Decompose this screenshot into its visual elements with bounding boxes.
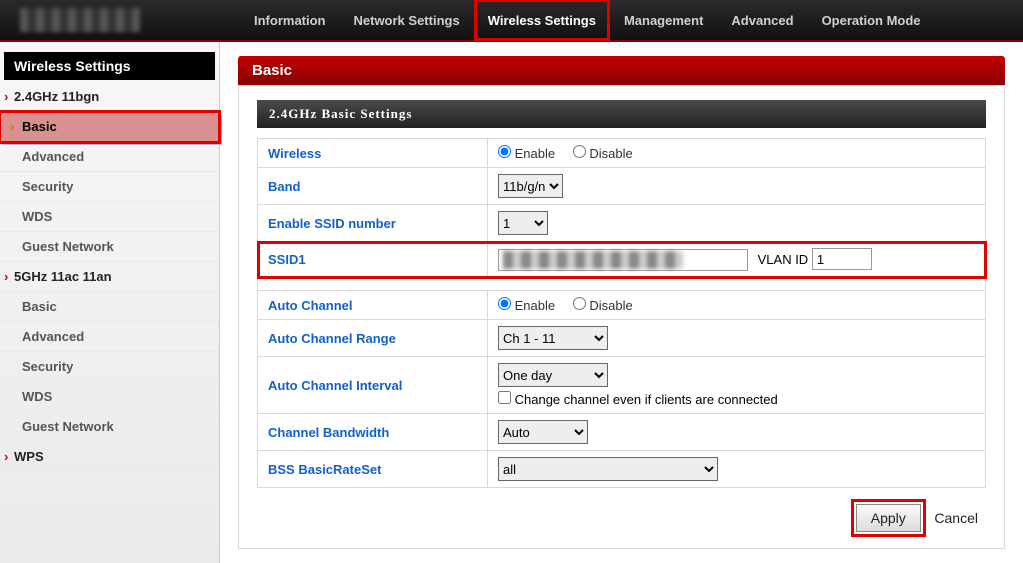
settings-table: Wireless Enable Disable Band 11b/g/n Ena… <box>257 138 986 488</box>
sidebar-title: Wireless Settings <box>4 52 215 80</box>
sidebar-item-advanced[interactable]: Advanced <box>0 142 219 172</box>
nav-management[interactable]: Management <box>610 0 717 41</box>
change-channel-label: Change channel even if clients are conne… <box>515 392 778 407</box>
sidebar-item-security[interactable]: Security <box>0 352 219 382</box>
auto-channel-enable-radio[interactable] <box>498 297 511 310</box>
bss-label: BSS BasicRateSet <box>258 451 488 488</box>
vlan-input[interactable] <box>812 248 872 270</box>
nav-information[interactable]: Information <box>240 0 340 41</box>
nav-operation-mode[interactable]: Operation Mode <box>808 0 935 41</box>
sidebar-item-security[interactable]: Security <box>0 172 219 202</box>
panel-title: Basic <box>238 56 1005 85</box>
cancel-button[interactable]: Cancel <box>926 505 986 531</box>
auto-ch-range-label: Auto Channel Range <box>258 320 488 357</box>
sidebar-parent-5ghz-11ac-11an[interactable]: 5GHz 11ac 11an <box>0 262 219 292</box>
enable-ssid-select[interactable]: 1 <box>498 211 548 235</box>
sidebar: Wireless Settings 2.4GHz 11bgnBasicAdvan… <box>0 42 220 563</box>
ssid1-label: SSID1 <box>258 242 488 278</box>
apply-button[interactable]: Apply <box>856 504 921 532</box>
auto-channel-disable-radio[interactable] <box>573 297 586 310</box>
nav-network-settings[interactable]: Network Settings <box>340 0 474 41</box>
top-nav: InformationNetwork SettingsWireless Sett… <box>0 0 1023 42</box>
auto-channel-label: Auto Channel <box>258 291 488 320</box>
main-content: Basic 2.4GHz Basic Settings Wireless Ena… <box>220 42 1023 563</box>
auto-ch-interval-label: Auto Channel Interval <box>258 357 488 414</box>
bss-select[interactable]: all <box>498 457 718 481</box>
sidebar-item-wds[interactable]: WDS <box>0 382 219 412</box>
brand-logo <box>20 8 140 32</box>
section-header: 2.4GHz Basic Settings <box>257 100 986 128</box>
sidebar-item-basic[interactable]: Basic <box>0 112 219 142</box>
band-label: Band <box>258 168 488 205</box>
ssid1-input[interactable] <box>498 249 748 271</box>
button-row: Apply Cancel <box>257 488 986 534</box>
auto-ch-range-select[interactable]: Ch 1 - 11 <box>498 326 608 350</box>
nav-wireless-settings[interactable]: Wireless Settings <box>474 0 610 41</box>
wireless-enable-radio[interactable] <box>498 145 511 158</box>
sidebar-item-guest-network[interactable]: Guest Network <box>0 412 219 442</box>
vlan-label: VLAN ID <box>758 252 809 267</box>
sidebar-parent-wps[interactable]: WPS <box>0 442 219 472</box>
channel-bw-label: Channel Bandwidth <box>258 414 488 451</box>
enable-ssid-label: Enable SSID number <box>258 205 488 242</box>
wireless-label: Wireless <box>258 139 488 168</box>
sidebar-item-guest-network[interactable]: Guest Network <box>0 232 219 262</box>
ssid1-cell: VLAN ID <box>488 242 986 278</box>
nav-advanced[interactable]: Advanced <box>717 0 807 41</box>
wireless-field: Enable Disable <box>488 139 986 168</box>
wireless-disable-radio[interactable] <box>573 145 586 158</box>
sidebar-item-wds[interactable]: WDS <box>0 202 219 232</box>
channel-bw-select[interactable]: Auto <box>498 420 588 444</box>
auto-ch-interval-select[interactable]: One day <box>498 363 608 387</box>
band-select[interactable]: 11b/g/n <box>498 174 563 198</box>
change-channel-checkbox[interactable] <box>498 391 511 404</box>
sidebar-parent-2-4ghz-11bgn[interactable]: 2.4GHz 11bgn <box>0 82 219 112</box>
sidebar-item-basic[interactable]: Basic <box>0 292 219 322</box>
sidebar-item-advanced[interactable]: Advanced <box>0 322 219 352</box>
